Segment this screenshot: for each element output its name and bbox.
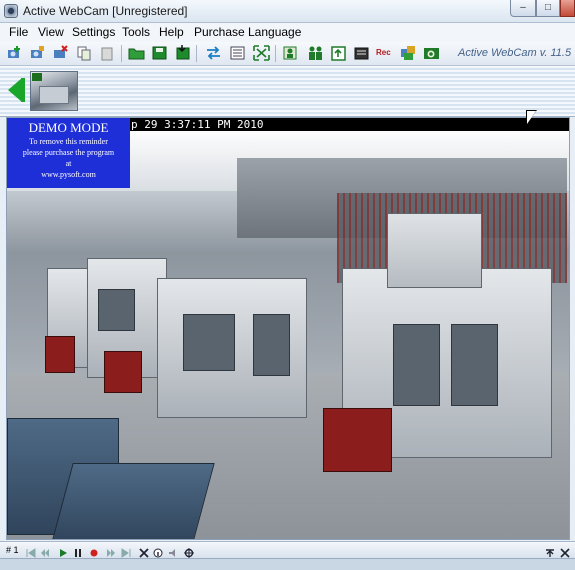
previous-arrow-icon[interactable] <box>8 78 22 102</box>
camera-view[interactable]: p 29 3:37:11 PM 2010 DEMO MODE To remove… <box>6 117 570 540</box>
close-button[interactable] <box>560 0 575 17</box>
fullscreen-icon[interactable] <box>253 45 270 61</box>
camera-number: # 1 <box>6 545 19 555</box>
menu-tools[interactable]: Tools <box>122 25 150 39</box>
demo-mode-banner: DEMO MODE To remove this reminder please… <box>7 118 130 188</box>
camera-timestamp: p 29 3:37:11 PM 2010 <box>131 118 264 131</box>
menu-settings[interactable]: Settings <box>72 25 115 39</box>
menu-purchase[interactable]: Purchase <box>194 25 245 39</box>
close-view-icon[interactable] <box>560 545 570 558</box>
connections-icon[interactable] <box>205 45 222 61</box>
record-dot-icon[interactable] <box>89 545 99 557</box>
menu-help[interactable]: Help <box>159 25 184 39</box>
menu-language[interactable]: Language <box>248 25 301 39</box>
add-user-icon[interactable] <box>282 45 299 61</box>
webcam-app-icon[interactable] <box>4 4 18 18</box>
demo-line: To remove this reminder <box>29 137 108 146</box>
tools-icon[interactable] <box>139 545 149 558</box>
upload-icon[interactable] <box>330 45 347 61</box>
camera-thumbnail-strip <box>0 66 575 117</box>
menu-file[interactable]: File <box>9 25 28 39</box>
users-icon[interactable] <box>307 45 324 61</box>
maximize-button[interactable]: □ <box>536 0 560 17</box>
title-bar: Active WebCam [Unregistered] – □ <box>0 0 575 23</box>
log-icon[interactable] <box>229 45 246 61</box>
tool-cart <box>45 336 75 373</box>
broadcast-icon[interactable] <box>399 45 416 61</box>
workbench <box>51 463 215 539</box>
window-title: Active WebCam [Unregistered] <box>23 4 188 18</box>
paste-icon[interactable] <box>99 45 116 61</box>
pause-icon[interactable] <box>73 545 83 557</box>
last-icon[interactable] <box>121 545 131 558</box>
menu-view[interactable]: View <box>38 25 64 39</box>
schedule-icon[interactable] <box>353 45 370 61</box>
status-strip <box>0 558 575 570</box>
save-icon[interactable] <box>151 45 168 61</box>
camera-thumbnail[interactable] <box>30 71 78 111</box>
rewind-icon[interactable] <box>40 545 50 557</box>
info-icon[interactable] <box>153 545 163 558</box>
camera-properties-icon[interactable] <box>29 45 46 61</box>
first-icon[interactable] <box>26 545 36 558</box>
record-icon[interactable]: Rec <box>376 45 394 61</box>
menu-bar: File View Settings Tools Help Purchase L… <box>0 23 575 42</box>
playback-control-bar: # 1 <box>0 541 575 559</box>
snapshot-icon[interactable] <box>423 45 440 61</box>
toolbar: Rec Active WebCam v. 11.5 <box>0 42 575 66</box>
add-camera-icon[interactable] <box>6 45 23 61</box>
open-icon[interactable] <box>128 45 145 61</box>
tool-cart <box>323 408 392 472</box>
save-all-icon[interactable] <box>174 45 191 61</box>
forward-icon[interactable] <box>106 545 116 557</box>
move-icon[interactable] <box>184 545 194 558</box>
minimize-button[interactable]: – <box>510 0 536 17</box>
copy-icon[interactable] <box>76 45 93 61</box>
pin-icon[interactable] <box>545 545 555 557</box>
volume-icon[interactable] <box>168 545 178 557</box>
demo-title: DEMO MODE <box>28 120 109 135</box>
remove-camera-icon[interactable] <box>52 45 69 61</box>
tool-cart <box>104 351 142 393</box>
demo-line: please purchase the program <box>22 148 115 157</box>
app-version-label: Active WebCam v. 11.5 <box>458 47 572 59</box>
cnc-machine <box>157 278 307 418</box>
play-icon[interactable] <box>58 545 68 557</box>
demo-url[interactable]: www.pysoft.com <box>7 169 130 180</box>
active-badge-icon <box>32 73 42 81</box>
demo-line: at <box>65 159 72 168</box>
